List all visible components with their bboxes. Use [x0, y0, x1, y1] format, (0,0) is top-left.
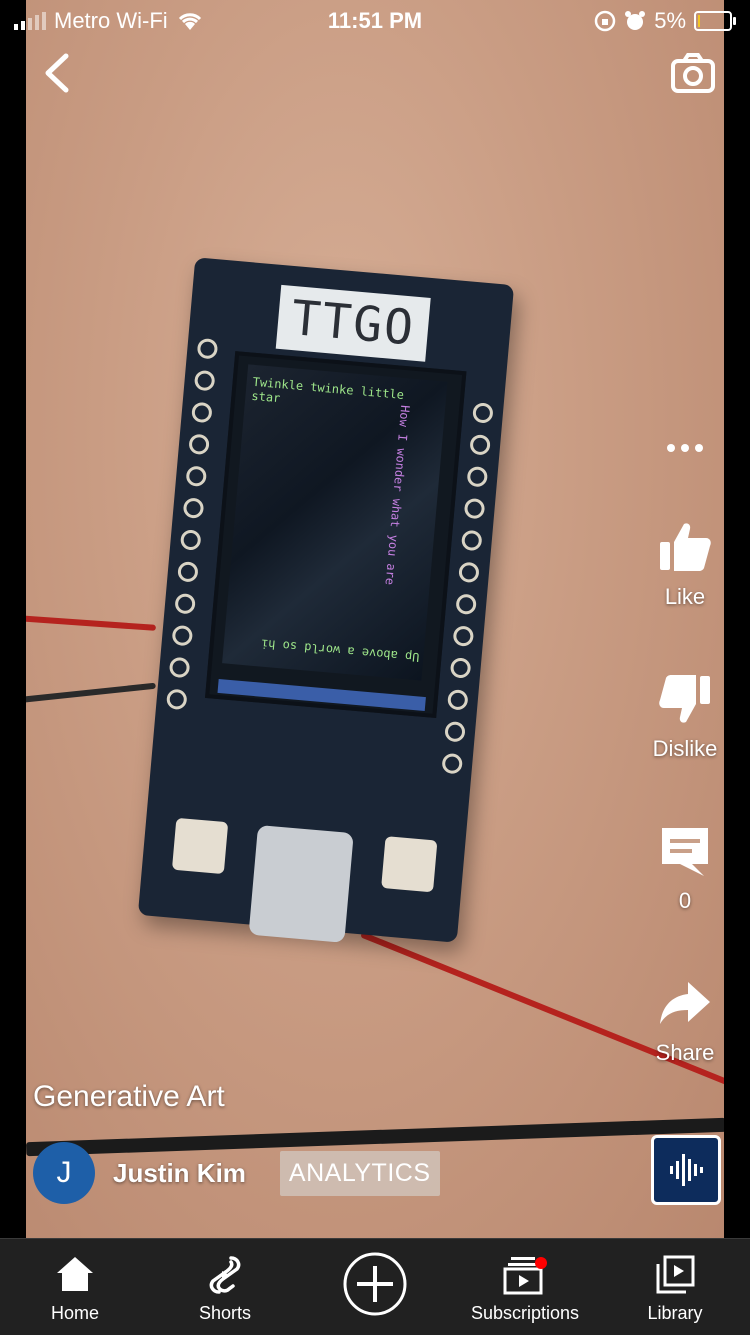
thumbs-down-icon	[659, 675, 710, 723]
dislike-button[interactable]: Dislike	[640, 672, 730, 762]
battery-icon	[694, 11, 736, 31]
camera-icon[interactable]	[670, 50, 716, 96]
share-label: Share	[655, 1040, 715, 1065]
subscriptions-icon	[503, 1257, 547, 1295]
dislike-label: Dislike	[652, 736, 718, 761]
lcd-text-bottom: Up above a world so hi	[260, 636, 420, 665]
battery-percent: 5%	[654, 8, 686, 33]
nav-subscriptions[interactable]: Subscriptions	[450, 1239, 600, 1335]
usb-c-port	[248, 824, 354, 943]
nav-home[interactable]: Home	[0, 1239, 150, 1335]
thumbs-up-icon	[660, 523, 711, 571]
channel-row: J Justin Kim ANALYTICS	[33, 1142, 440, 1204]
more-options-button[interactable]	[640, 434, 730, 460]
back-arrow-icon[interactable]	[36, 50, 82, 96]
channel-avatar[interactable]: J	[33, 1142, 95, 1204]
short-video-player[interactable]: TTGO Twinkle twinke little star How I wo…	[26, 0, 724, 1238]
comment-icon	[662, 828, 708, 876]
more-horizontal-icon	[667, 444, 703, 452]
nav-create[interactable]	[300, 1239, 450, 1335]
like-button[interactable]: Like	[640, 520, 730, 610]
nav-library-label: Library	[647, 1303, 703, 1323]
ttgo-board: TTGO Twinkle twinke little star How I wo…	[137, 257, 515, 943]
nav-home-label: Home	[50, 1303, 99, 1323]
sound-button[interactable]	[651, 1135, 721, 1205]
board-button-right	[381, 836, 438, 893]
video-title: Generative Art	[33, 1080, 225, 1113]
channel-name[interactable]: Justin Kim	[113, 1158, 246, 1189]
shorts-icon	[209, 1256, 241, 1294]
share-button[interactable]: Share	[640, 976, 730, 1066]
share-icon	[660, 982, 710, 1024]
comments-button[interactable]: 0	[640, 824, 730, 914]
black-wire	[26, 682, 156, 704]
nav-library[interactable]: Library	[600, 1239, 750, 1335]
like-label: Like	[664, 584, 706, 609]
home-icon	[57, 1257, 93, 1291]
lcd-screen: Twinkle twinke little star How I wonder …	[205, 351, 467, 719]
create-icon	[343, 1252, 407, 1316]
analytics-button[interactable]: ANALYTICS	[279, 1150, 440, 1196]
board-button-left	[171, 817, 229, 875]
nav-shorts-label: Shorts	[198, 1303, 252, 1323]
nav-shorts[interactable]: Shorts	[150, 1239, 300, 1335]
red-wire	[26, 615, 157, 631]
ttgo-label: TTGO	[275, 284, 431, 362]
lcd-text-side: How I wonder what you are	[382, 404, 413, 586]
alarm-icon	[625, 11, 646, 30]
nav-subscriptions-label: Subscriptions	[470, 1303, 580, 1323]
orientation-lock-icon	[594, 10, 616, 32]
library-icon	[656, 1255, 695, 1294]
status-bar: Metro Wi-Fi 11:51 PM 5%	[0, 0, 750, 42]
comments-count: 0	[678, 888, 692, 913]
bottom-nav: Home Shorts Subscriptions Library	[0, 1238, 750, 1335]
audio-waveform-icon	[670, 1154, 703, 1186]
